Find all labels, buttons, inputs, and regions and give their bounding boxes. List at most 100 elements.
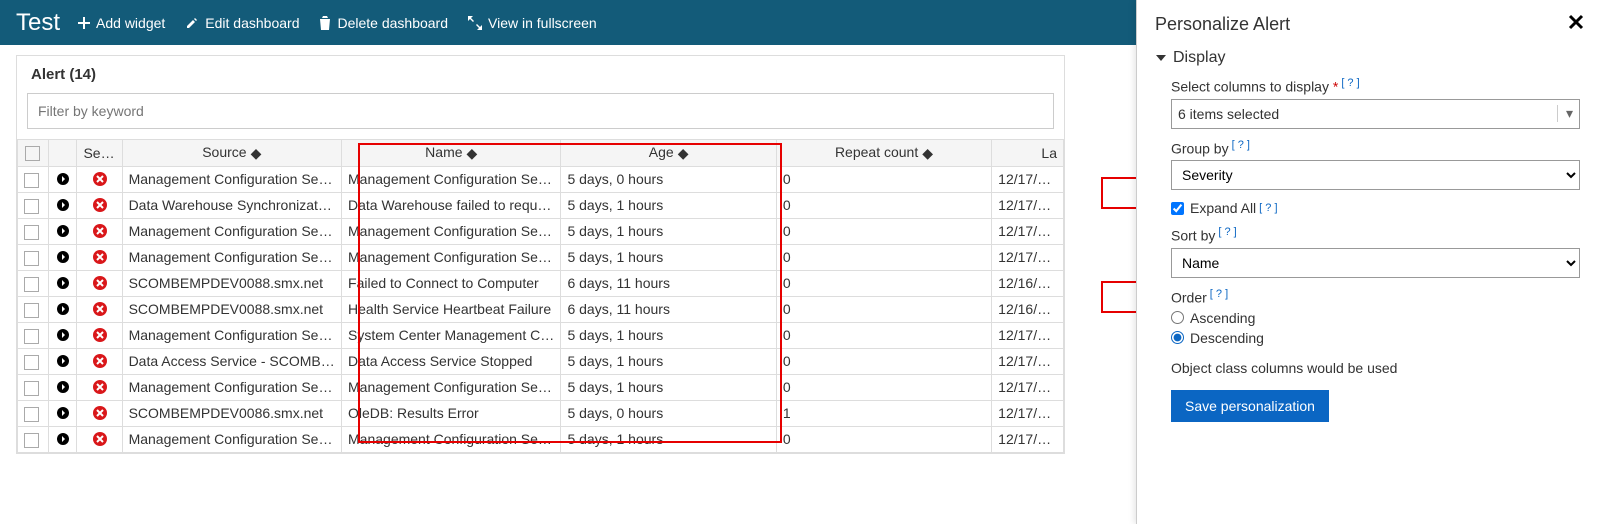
table-row[interactable]: Management Configuration ServiceManageme… — [18, 426, 1064, 452]
chevron-right-icon — [56, 172, 70, 186]
age-cell: 5 days, 1 hours — [561, 192, 776, 218]
repeat-cell: 0 — [776, 270, 991, 296]
severity-icon-cell — [77, 166, 122, 192]
severity-icon-cell — [77, 270, 122, 296]
pencil-icon — [185, 16, 199, 30]
close-button[interactable] — [1568, 10, 1584, 36]
source-cell: Management Configuration Service — [122, 322, 341, 348]
delete-dashboard-button[interactable]: Delete dashboard — [319, 15, 448, 31]
last-cell: 12/17/2020 — [992, 192, 1064, 218]
help-icon[interactable]: [ ? ] — [1218, 226, 1236, 238]
help-icon[interactable]: [ ? ] — [1341, 77, 1359, 89]
age-cell: 5 days, 1 hours — [561, 322, 776, 348]
row-expand[interactable] — [48, 426, 77, 452]
drawer-title: Personalize Alert — [1155, 14, 1580, 35]
table-row[interactable]: Management Configuration ServiceManageme… — [18, 244, 1064, 270]
table-row[interactable]: SCOMBEMPDEV0086.smx.netOleDB: Results Er… — [18, 400, 1064, 426]
row-checkbox[interactable] — [18, 348, 49, 374]
table-row[interactable]: Management Configuration ServiceManageme… — [18, 166, 1064, 192]
header-age[interactable]: Age◆ — [561, 140, 776, 167]
help-icon[interactable]: [ ? ] — [1232, 139, 1250, 151]
row-checkbox[interactable] — [18, 374, 49, 400]
group-by-select[interactable]: Severity — [1171, 160, 1580, 190]
error-icon — [92, 431, 108, 447]
order-ascending-radio[interactable] — [1171, 311, 1184, 324]
table-row[interactable]: Management Configuration ServiceSystem C… — [18, 322, 1064, 348]
panel-title: Alert (14) — [17, 56, 1064, 93]
chevron-right-icon — [56, 354, 70, 368]
save-personalization-button[interactable]: Save personalization — [1171, 390, 1329, 422]
source-cell: Data Access Service - SCOMBEMPDE — [122, 348, 341, 374]
row-checkbox[interactable] — [18, 166, 49, 192]
row-checkbox[interactable] — [18, 426, 49, 452]
age-cell: 5 days, 1 hours — [561, 244, 776, 270]
add-widget-button[interactable]: Add widget — [78, 15, 165, 31]
table-row[interactable]: SCOMBEMPDEV0088.smx.netHealth Service He… — [18, 296, 1064, 322]
error-icon — [92, 405, 108, 421]
group-by-label: Group by[ ? ] — [1171, 139, 1580, 157]
row-expand[interactable] — [48, 348, 77, 374]
sort-icon: ◆ — [922, 145, 933, 162]
sort-by-select[interactable]: Name — [1171, 248, 1580, 278]
row-checkbox[interactable] — [18, 400, 49, 426]
source-cell: Management Configuration Service — [122, 374, 341, 400]
row-expand[interactable] — [48, 166, 77, 192]
source-cell: Management Configuration Service — [122, 426, 341, 452]
row-expand[interactable] — [48, 296, 77, 322]
last-cell: 12/17/2020 — [992, 322, 1064, 348]
sort-icon: ◆ — [467, 145, 478, 162]
name-cell: Management Configuration Service — [342, 426, 561, 452]
display-section-toggle[interactable]: Display — [1155, 49, 1580, 67]
name-cell: OleDB: Results Error — [342, 400, 561, 426]
source-cell: Data Warehouse Synchronization Se — [122, 192, 341, 218]
table-row[interactable]: Management Configuration ServiceManageme… — [18, 218, 1064, 244]
row-expand[interactable] — [48, 218, 77, 244]
row-expand[interactable] — [48, 400, 77, 426]
table-row[interactable]: SCOMBEMPDEV0088.smx.netFailed to Connect… — [18, 270, 1064, 296]
help-icon[interactable]: [ ? ] — [1259, 202, 1277, 214]
header-checkbox[interactable] — [18, 140, 49, 167]
row-checkbox[interactable] — [18, 296, 49, 322]
header-repeat[interactable]: Repeat count◆ — [776, 140, 991, 167]
row-checkbox[interactable] — [18, 218, 49, 244]
header-severity[interactable]: Sever — [77, 140, 122, 167]
columns-multiselect[interactable]: 6 items selected ▾ — [1171, 99, 1580, 129]
dashboard-title: Test — [16, 9, 60, 37]
age-cell: 5 days, 0 hours — [561, 166, 776, 192]
row-expand[interactable] — [48, 270, 77, 296]
chevron-right-icon — [56, 406, 70, 420]
age-cell: 5 days, 0 hours — [561, 400, 776, 426]
row-checkbox[interactable] — [18, 244, 49, 270]
name-cell: Management Configuration Service — [342, 244, 561, 270]
chevron-right-icon — [56, 432, 70, 446]
row-expand[interactable] — [48, 192, 77, 218]
order-descending-label: Descending — [1190, 330, 1264, 346]
header-name[interactable]: Name◆ — [342, 140, 561, 167]
severity-icon-cell — [77, 348, 122, 374]
add-widget-label: Add widget — [96, 15, 165, 31]
filter-input[interactable] — [27, 93, 1054, 129]
header-last[interactable]: La — [992, 140, 1064, 167]
last-cell: 12/17/2020 — [992, 374, 1064, 400]
row-expand[interactable] — [48, 322, 77, 348]
header-source[interactable]: Source◆ — [122, 140, 341, 167]
edit-dashboard-button[interactable]: Edit dashboard — [185, 15, 299, 31]
repeat-cell: 0 — [776, 166, 991, 192]
chevron-right-icon — [56, 328, 70, 342]
source-cell: SCOMBEMPDEV0088.smx.net — [122, 296, 341, 322]
delete-dashboard-label: Delete dashboard — [337, 15, 448, 31]
table-row[interactable]: Management Configuration ServiceManageme… — [18, 374, 1064, 400]
help-icon[interactable]: [ ? ] — [1210, 288, 1228, 300]
table-row[interactable]: Data Access Service - SCOMBEMPDEData Acc… — [18, 348, 1064, 374]
fullscreen-button[interactable]: View in fullscreen — [468, 15, 597, 31]
row-expand[interactable] — [48, 244, 77, 270]
table-row[interactable]: Data Warehouse Synchronization SeData Wa… — [18, 192, 1064, 218]
row-checkbox[interactable] — [18, 322, 49, 348]
expand-all-checkbox[interactable] — [1171, 202, 1184, 215]
name-cell: Health Service Heartbeat Failure — [342, 296, 561, 322]
order-descending-radio[interactable] — [1171, 331, 1184, 344]
row-expand[interactable] — [48, 374, 77, 400]
source-cell: Management Configuration Service — [122, 166, 341, 192]
row-checkbox[interactable] — [18, 270, 49, 296]
row-checkbox[interactable] — [18, 192, 49, 218]
